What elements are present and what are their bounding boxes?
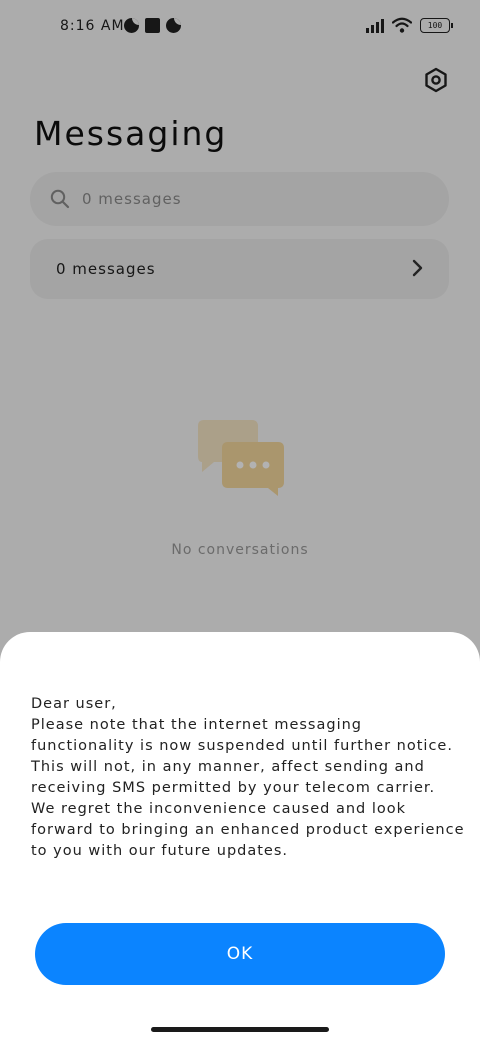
notice-line: Dear user,: [31, 696, 117, 712]
ok-button[interactable]: OK: [35, 923, 445, 985]
notice-line: receiving SMS permitted by your telecom …: [31, 780, 436, 796]
notice-line: This will not, in any manner, affect sen…: [31, 759, 425, 775]
notice-line: functionality is now suspended until fur…: [31, 738, 453, 754]
notice-line: Please note that the internet messaging: [31, 717, 363, 733]
home-indicator[interactable]: [151, 1027, 329, 1032]
notice-line: forward to bringing an enhanced product …: [31, 822, 465, 838]
notice-line: We regret the inconvenience caused and l…: [31, 801, 407, 817]
notice-bottom-sheet: Dear user, Please note that the internet…: [0, 632, 480, 1040]
notice-message: Dear user, Please note that the internet…: [31, 694, 471, 862]
notice-line: to you with our future updates.: [31, 843, 289, 859]
